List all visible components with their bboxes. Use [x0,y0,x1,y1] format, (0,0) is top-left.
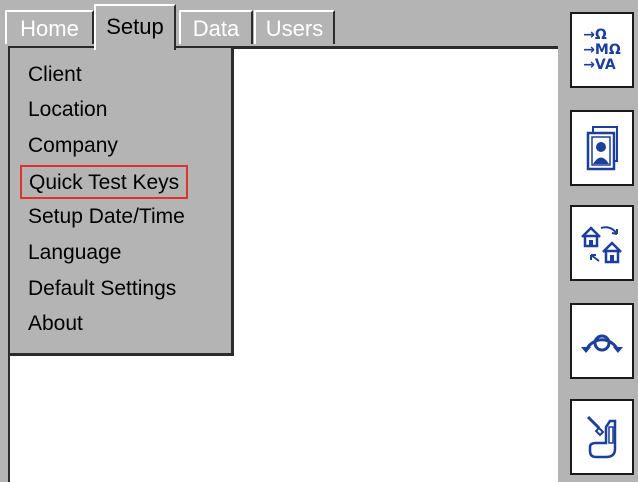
setup-dropdown-menu: Client Location Company Quick Test Keys … [8,48,234,356]
contact-card-icon [586,126,618,171]
menu-item-location[interactable]: Location [28,93,107,127]
mode-ohm-label: →Ω [583,26,607,43]
tab-bar: Home Setup Data Users [0,0,558,52]
transfer-button[interactable] [570,205,634,281]
probe-icon [586,415,617,459]
tab-data[interactable]: Data [179,10,253,44]
menu-item-setup-date-time[interactable]: Setup Date/Time [28,200,185,234]
test-mode-button[interactable]: →Ω →MΩ →VA [570,12,634,88]
menu-item-quick-test-keys[interactable]: Quick Test Keys [20,165,189,199]
menu-item-company[interactable]: Company [28,129,118,163]
rotate-button[interactable] [570,303,634,379]
menu-item-client[interactable]: Client [28,58,82,92]
probe-button[interactable] [570,399,634,475]
tab-home[interactable]: Home [5,10,94,44]
transfer-icon [581,226,622,264]
mode-va-label: →VA [583,56,616,73]
menu-item-about[interactable]: About [28,307,83,341]
rotate-icon [581,334,623,353]
right-toolbar: →Ω →MΩ →VA [558,0,638,482]
tab-users[interactable]: Users [254,10,335,44]
test-mode-icon: →Ω →MΩ →VA [583,26,621,73]
menu-item-default-settings[interactable]: Default Settings [28,272,176,306]
mode-megaohm-label: →MΩ [583,41,621,58]
menu-item-language[interactable]: Language [28,236,121,270]
contact-card-button[interactable] [570,110,634,186]
tab-setup[interactable]: Setup [94,4,176,50]
